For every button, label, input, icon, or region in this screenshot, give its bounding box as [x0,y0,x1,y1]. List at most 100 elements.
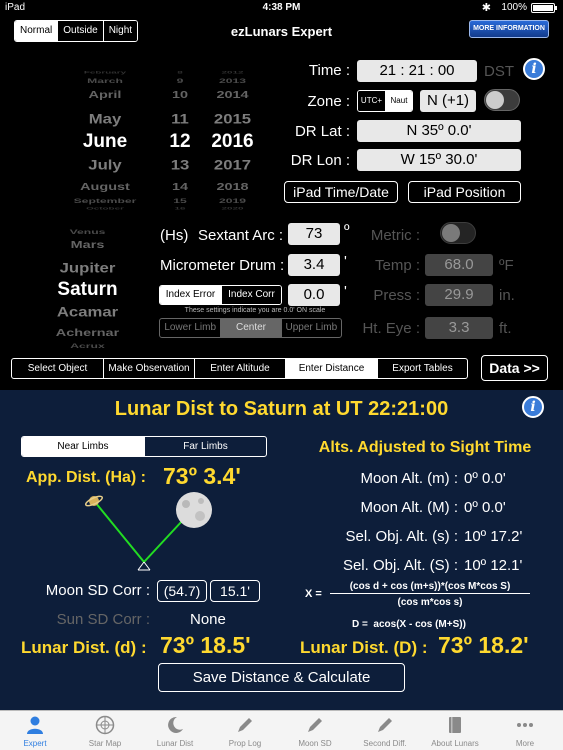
year-item[interactable]: 2014 [200,89,265,100]
zone-naut-option[interactable]: Naut [384,91,412,111]
day-item[interactable]: 10 [160,89,200,100]
dr-lat-field[interactable]: N 35º 0.0' [357,120,521,142]
object-item[interactable]: Mars [20,239,155,250]
data-button[interactable]: Data >> [481,355,548,381]
object-wheel[interactable]: Venus Mars Jupiter Saturn Acamar Achernar Acru… [20,222,155,350]
tab-expert[interactable]: Expert [0,711,70,750]
ipad-time-button[interactable]: iPad Time/Date [284,181,398,203]
date-picker[interactable]: February March April May June July August Septe… [55,62,285,212]
object-item[interactable]: Saturn [20,279,155,301]
object-item[interactable]: Acamar [20,303,155,320]
tab-export-tables[interactable]: Export Tables [377,359,467,378]
year-item[interactable]: 2020 [200,206,265,210]
moon-sightline [143,519,184,563]
save-distance-button[interactable]: Save Distance & Calculate [158,663,405,692]
month-item[interactable]: May [55,110,155,127]
alt-moon-m-value: 0º 0.0' [464,470,506,487]
day-wheel[interactable]: 8 9 10 11 12 13 14 15 16 [160,62,200,212]
object-item[interactable]: Jupiter [20,259,155,276]
moon-sd-value2[interactable]: 15.1' [210,580,260,602]
tab-moon-sd[interactable]: Moon SD [280,711,350,750]
tab-expert-label: Expert [23,739,47,748]
day-item[interactable]: 8 [160,70,200,74]
limb-lower[interactable]: Lower Limb [160,319,220,337]
tab-star-map-label: Star Map [88,739,122,748]
day-item[interactable]: 13 [160,156,200,173]
year-item[interactable]: 2017 [200,156,265,173]
year-item[interactable]: 2013 [200,77,265,85]
app-dist-label: App. Dist. (Ha) : [26,469,146,486]
tab-lunar-dist[interactable]: Lunar Dist [140,711,210,750]
object-item[interactable]: Achernar [20,327,155,338]
month-item[interactable]: February [55,70,155,74]
year-wheel[interactable]: 2012 2013 2014 2015 2016 2017 2018 2019 2020 [200,62,265,212]
time-info-icon[interactable]: i [523,58,545,80]
tab-second-diff[interactable]: Second Diff. [350,711,420,750]
month-item[interactable]: March [55,77,155,85]
tab-enter-distance[interactable]: Enter Distance [285,359,377,378]
sun-sd-value: None [190,611,226,628]
workflow-tabs: Select Object Make Observation Enter Alt… [11,358,468,379]
far-limbs-option[interactable]: Far Limbs [144,437,266,456]
metric-toggle[interactable] [440,222,476,244]
month-item[interactable]: April [55,89,155,100]
moon-sd-value1[interactable]: (54.7) [157,580,207,602]
year-item[interactable]: 2016 [200,131,265,153]
month-item[interactable]: June [55,131,155,153]
month-item[interactable]: September [55,197,155,205]
day-item[interactable]: 15 [160,197,200,205]
tab-select-object[interactable]: Select Object [12,359,103,378]
dr-lat-label: DR Lat : [294,123,350,140]
ht-eye-field[interactable]: 3.3 [425,317,493,339]
zone-type-selector: UTC+ Naut [357,90,413,112]
day-item[interactable]: 9 [160,77,200,85]
sextant-arc-label: Sextant Arc : [198,227,284,244]
zone-field[interactable]: N (+1) [420,90,476,112]
tab-star-map[interactable]: Star Map [70,711,140,750]
day-item[interactable]: 12 [160,131,200,153]
bluetooth-icon: ✱ [481,2,491,14]
tab-prop-log[interactable]: Prop Log [210,711,280,750]
tab-prop-log-label: Prop Log [228,739,262,748]
year-item[interactable]: 2018 [200,181,265,192]
ipad-position-button[interactable]: iPad Position [408,181,521,203]
day-item[interactable]: 16 [160,206,200,210]
index-corr-option[interactable]: Index Corr [220,286,281,304]
index-field[interactable]: 0.0 [288,284,340,306]
zone-toggle[interactable] [484,89,520,111]
lunar-D-label: Lunar Dist. (D) : [300,638,428,657]
zone-utc-option[interactable]: UTC+ [358,91,385,111]
tab-make-observation[interactable]: Make Observation [103,359,194,378]
year-item[interactable]: 2019 [200,197,265,205]
month-wheel[interactable]: February March April May June July August Septe… [55,62,155,212]
tab-more[interactable]: More [490,711,560,750]
day-item[interactable]: 11 [160,110,200,127]
object-item[interactable]: Venus [20,228,155,236]
index-error-option[interactable]: Index Error [160,286,221,304]
press-field[interactable]: 29.9 [425,284,493,306]
month-item[interactable]: October [55,206,155,210]
limb-center[interactable]: Center [220,319,281,337]
more-information-button[interactable]: MORE INFORMATION [469,20,549,38]
tab-about-lunars[interactable]: About Lunars [420,711,490,750]
tab-enter-altitude[interactable]: Enter Altitude [194,359,285,378]
month-item[interactable]: August [55,181,155,192]
dr-lon-field[interactable]: W 15º 30.0' [357,149,521,171]
year-item[interactable]: 2012 [200,70,265,74]
temp-field[interactable]: 68.0 [425,254,493,276]
sextant-arc-field[interactable]: 73 [288,223,340,245]
month-item[interactable]: July [55,156,155,173]
ht-eye-label: Ht. Eye : [362,320,420,337]
limb-upper[interactable]: Upper Limb [280,319,341,337]
time-field[interactable]: 21 : 21 : 00 [357,60,477,82]
micrometer-field[interactable]: 3.4 [288,254,340,276]
dr-lon-label: DR Lon : [290,152,350,169]
object-item[interactable]: Acrux [20,342,155,350]
formula-x-label: X = [305,588,322,600]
alts-title: Alts. Adjusted to Sight Time [318,439,532,456]
lunar-d-value: 73º 18.5' [160,632,251,658]
panel-info-icon[interactable]: i [522,396,544,418]
day-item[interactable]: 14 [160,181,200,192]
year-item[interactable]: 2015 [200,110,265,127]
near-limbs-option[interactable]: Near Limbs [22,437,144,456]
